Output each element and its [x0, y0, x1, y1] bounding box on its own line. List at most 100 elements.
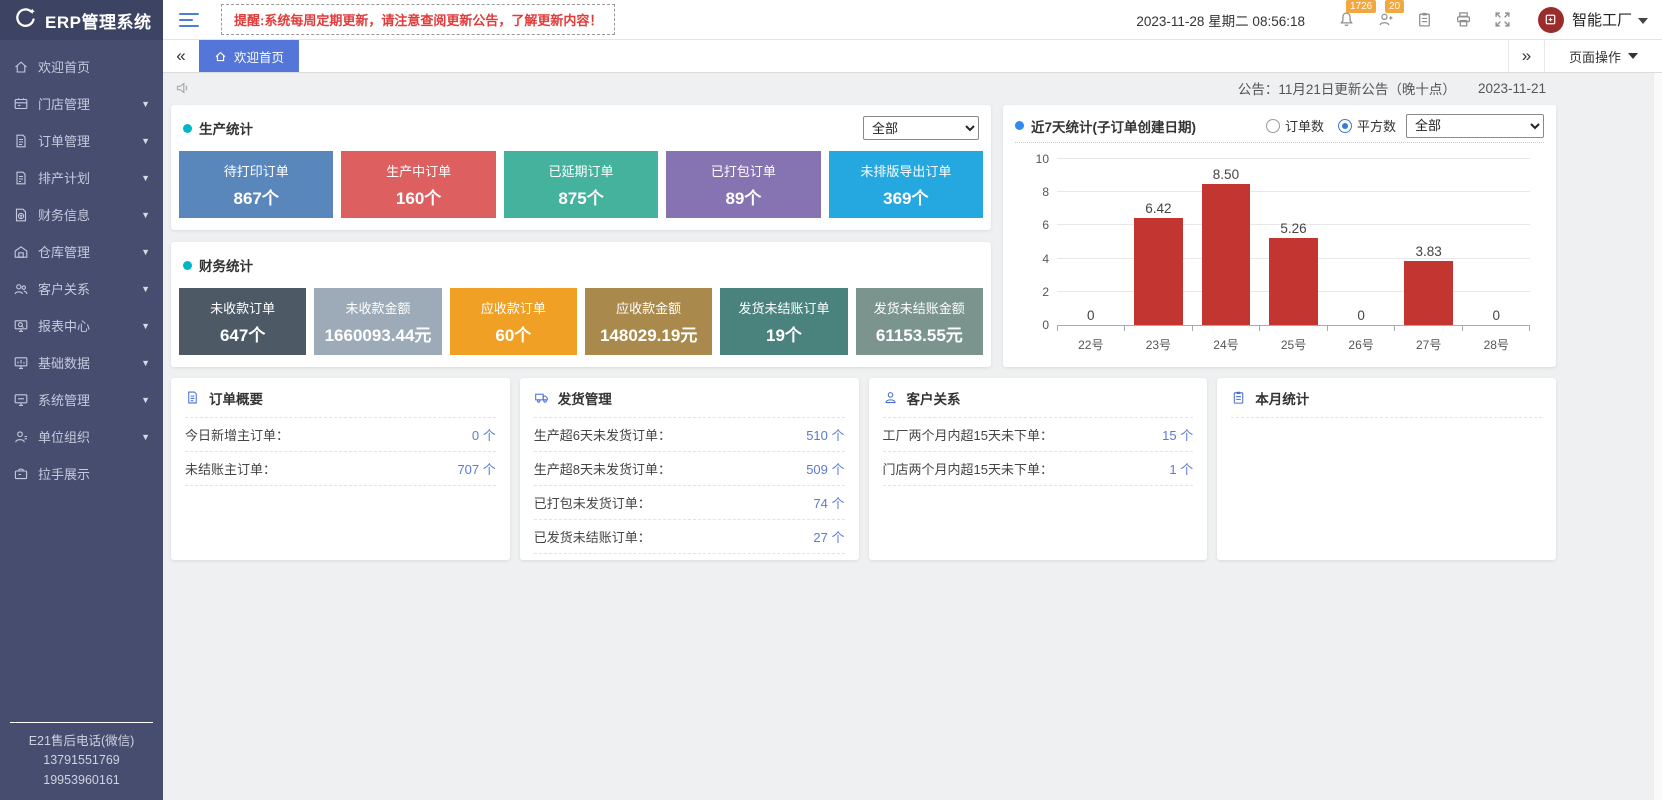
- notification-bell-icon[interactable]: 1726: [1338, 11, 1355, 28]
- sidebar-item-label: 报表中心: [38, 316, 90, 335]
- username-menu[interactable]: 智能工厂: [1572, 9, 1648, 30]
- radio-off-icon: [1266, 119, 1280, 133]
- chart-bar-column[interactable]: 3.83: [1395, 159, 1463, 325]
- chart-bar-column[interactable]: 0: [1462, 159, 1530, 325]
- summary-row-value: 0 个: [472, 425, 496, 444]
- announcement-link[interactable]: 公告：11月21日更新公告（晚十点）: [1238, 78, 1456, 98]
- summary-row-item[interactable]: 门店两个月内超15天未下单：1 个: [883, 452, 1194, 486]
- menu-collapse-icon[interactable]: [179, 13, 199, 27]
- clipboard-icon[interactable]: [1416, 11, 1433, 28]
- chart-filter-select[interactable]: 全部: [1406, 114, 1544, 138]
- summary-row-item[interactable]: 生产超8天未发货订单：509 个: [534, 452, 845, 486]
- home-icon: [214, 50, 227, 63]
- bar-value-label: 5.26: [1280, 221, 1306, 236]
- finance-stat-card[interactable]: 发货未结账金额61153.55元: [856, 288, 983, 355]
- report-icon: [13, 318, 29, 334]
- chart-bar-column[interactable]: 6.42: [1125, 159, 1193, 325]
- production-stat-card[interactable]: 生产中订单160个: [341, 151, 495, 218]
- summary-row-item[interactable]: 今日新增主订单： 0 个: [185, 418, 496, 452]
- sidebar-item-label: 门店管理: [38, 94, 90, 113]
- finance-stat-card[interactable]: 应收款订单60个: [450, 288, 577, 355]
- finance-stat-card[interactable]: 未收款订单647个: [179, 288, 306, 355]
- finance-stat-card[interactable]: 发货未结账订单19个: [720, 288, 847, 355]
- chart-bar-column[interactable]: 0: [1057, 159, 1125, 325]
- radio-square-count[interactable]: 平方数: [1338, 116, 1396, 135]
- chart-metric-radios: 订单数 平方数: [1266, 116, 1396, 135]
- summary-cards-row: 订单概要今日新增主订单：0 个未结账主订单：707 个发货管理生产超6天未发货订…: [171, 378, 1556, 560]
- sidebar-item-data[interactable]: 基础数据▼: [0, 344, 163, 381]
- sidebar-item-warehouse[interactable]: 仓库管理▼: [0, 233, 163, 270]
- printer-icon[interactable]: [1455, 11, 1472, 28]
- summary-row-item[interactable]: 未结账主订单：707 个: [185, 452, 496, 486]
- summary-row-value: 509 个: [806, 459, 844, 478]
- sidebar-item-label: 单位组织: [38, 427, 90, 446]
- summary-row-item[interactable]: 生产超6天未发货订单：510 个: [534, 418, 845, 452]
- sidebar-item-label: 欢迎首页: [38, 57, 90, 76]
- support-phone-2: 19953960161: [10, 771, 153, 790]
- summary-card: 发货管理生产超6天未发货订单：510 个生产超8天未发货订单：509 个已打包未…: [520, 378, 859, 560]
- chart-x-tick: [1260, 326, 1327, 331]
- summary-row-item[interactable]: 工厂两个月内超15天未下单：15 个: [883, 418, 1194, 452]
- chart-x-label: 22号: [1057, 336, 1125, 353]
- sidebar-item-label: 客户关系: [38, 279, 90, 298]
- summary-row-item[interactable]: 已发货未结账订单：27 个: [534, 520, 845, 554]
- summary-row-value: 1 个: [1169, 459, 1193, 478]
- finance-stat-card[interactable]: 应收款金额148029.19元: [585, 288, 712, 355]
- summary-row-value: 510 个: [806, 425, 844, 444]
- stat-card-value: 647个: [220, 321, 265, 346]
- user-requests-icon[interactable]: 20: [1377, 11, 1394, 28]
- tab-welcome-home[interactable]: 欢迎首页: [199, 40, 299, 72]
- sidebar-item-handle[interactable]: 拉手展示: [0, 455, 163, 492]
- order-icon: [13, 133, 29, 149]
- user-avatar[interactable]: [1538, 7, 1564, 33]
- chart-x-tick: [1463, 326, 1530, 331]
- sidebar-item-order[interactable]: 订单管理▼: [0, 122, 163, 159]
- sidebar-item-label: 财务信息: [38, 205, 90, 224]
- sidebar-item-report[interactable]: 报表中心▼: [0, 307, 163, 344]
- sidebar-item-home[interactable]: 欢迎首页: [0, 48, 163, 85]
- chart-bar-column[interactable]: 8.50: [1192, 159, 1260, 325]
- summary-row-label: 未结账主订单：: [185, 459, 276, 478]
- production-stat-card[interactable]: 未排版导出订单369个: [829, 151, 983, 218]
- production-stat-card[interactable]: 待打印订单867个: [179, 151, 333, 218]
- stat-card-label: 应收款订单: [481, 298, 546, 317]
- tabs-scroll-right-icon[interactable]: »: [1508, 40, 1544, 72]
- stat-card-value: 19个: [766, 321, 802, 346]
- chart-y-tick-label: 0: [1042, 318, 1049, 332]
- sidebar-nav: 欢迎首页门店管理▼订单管理▼排产计划▼财务信息▼仓库管理▼客户关系▼报表中心▼基…: [0, 40, 163, 800]
- radio-on-icon: [1338, 119, 1352, 133]
- chart-bar-column[interactable]: 0: [1327, 159, 1395, 325]
- sidebar-item-label: 拉手展示: [38, 464, 90, 483]
- sidebar-item-finance[interactable]: 财务信息▼: [0, 196, 163, 233]
- sidebar-item-system[interactable]: 系统管理▼: [0, 381, 163, 418]
- chart-bar-column[interactable]: 5.26: [1260, 159, 1328, 325]
- production-filter-select[interactable]: 全部: [863, 116, 979, 140]
- bar-chart: 024681006.428.505.2603.830 22号23号24号25号2…: [1057, 159, 1530, 353]
- section-dot-icon: [1015, 121, 1024, 130]
- system-icon: [13, 392, 29, 408]
- summary-row-label: 今日新增主订单：: [185, 425, 289, 444]
- data-icon: [13, 355, 29, 371]
- tabs-scroll-left-icon[interactable]: «: [163, 40, 199, 72]
- user-badge: 20: [1385, 0, 1404, 13]
- production-stat-card[interactable]: 已延期订单875个: [504, 151, 658, 218]
- page-actions-dropdown[interactable]: 页面操作: [1544, 40, 1662, 72]
- sidebar-item-store[interactable]: 门店管理▼: [0, 85, 163, 122]
- radio-order-count[interactable]: 订单数: [1266, 116, 1324, 135]
- finance-title: 财务统计: [199, 255, 253, 275]
- sidebar-item-customer[interactable]: 客户关系▼: [0, 270, 163, 307]
- vertical-scrollbar[interactable]: [1653, 73, 1662, 800]
- stats-left-column: 生产统计 全部 待打印订单867个生产中订单160个已延期订单875个已打包订单…: [171, 105, 991, 367]
- stat-card-label: 未收款金额: [345, 298, 410, 317]
- production-stat-card[interactable]: 已打包订单89个: [666, 151, 820, 218]
- sidebar-item-label: 基础数据: [38, 353, 90, 372]
- stat-card-label: 发货未结账金额: [874, 298, 965, 317]
- summary-card-title: 本月统计: [1255, 388, 1309, 408]
- summary-row-item[interactable]: 已打包未发货订单：74 个: [534, 486, 845, 520]
- stat-card-value: 89个: [725, 184, 761, 209]
- fullscreen-icon[interactable]: [1494, 11, 1511, 28]
- finance-stat-card[interactable]: 未收款金额1660093.44元: [314, 288, 441, 355]
- sidebar-item-org[interactable]: 单位组织▼: [0, 418, 163, 455]
- chart-x-tick: [1395, 326, 1462, 331]
- sidebar-item-plan[interactable]: 排产计划▼: [0, 159, 163, 196]
